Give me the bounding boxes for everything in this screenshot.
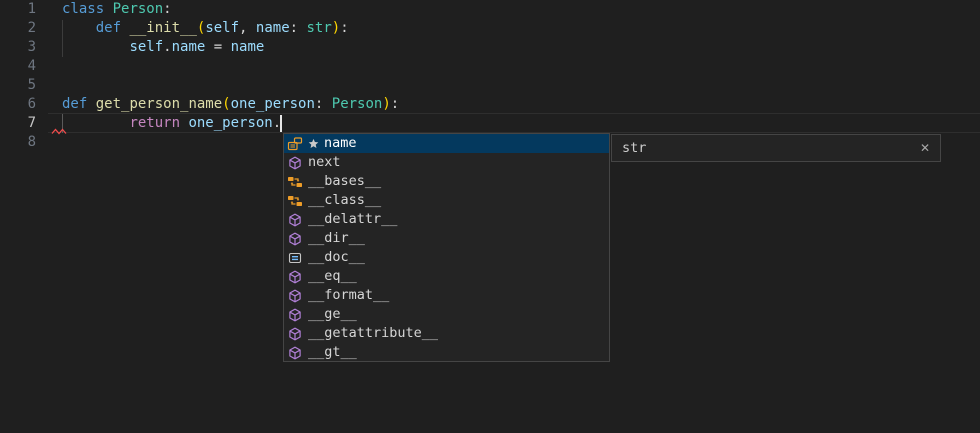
method-icon <box>287 307 303 323</box>
suggestion-item[interactable]: __ge__ <box>284 305 609 324</box>
suggestion-label: __getattribute__ <box>308 324 438 343</box>
code-line[interactable]: def __init__(self, name: str): <box>62 19 349 38</box>
suggestion-label: __ge__ <box>308 305 357 324</box>
line-number: 1 <box>0 0 36 19</box>
method-icon <box>287 288 303 304</box>
docs-text: str <box>622 140 646 156</box>
line-number: 6 <box>0 95 36 114</box>
line-number: 4 <box>0 57 36 76</box>
suggestion-label: __delattr__ <box>308 210 397 229</box>
code-line[interactable]: class Person: <box>62 0 172 19</box>
suggestion-item[interactable]: __bases__ <box>284 172 609 191</box>
suggestion-item[interactable]: __getattribute__ <box>284 324 609 343</box>
suggestion-label: __doc__ <box>308 248 365 267</box>
line-number: 3 <box>0 38 36 57</box>
code-line[interactable]: return one_person. <box>62 114 281 133</box>
method-icon <box>287 345 303 361</box>
method-icon <box>287 212 303 228</box>
suggestion-label: name <box>324 134 357 153</box>
line-number: 8 <box>0 133 36 152</box>
suggest-docs-panel: str ✕ <box>611 134 941 162</box>
suggestion-item[interactable]: __format__ <box>284 286 609 305</box>
suggestion-item[interactable]: __delattr__ <box>284 210 609 229</box>
close-icon[interactable]: ✕ <box>920 142 930 154</box>
code-line[interactable]: self.name = name <box>62 38 264 57</box>
suggestion-item[interactable]: __dir__ <box>284 229 609 248</box>
method-icon <box>287 155 303 171</box>
line-number: 5 <box>0 76 36 95</box>
method-icon <box>287 326 303 342</box>
star-icon <box>308 138 319 149</box>
code-editor[interactable]: 12345678 class Person: def __init__(self… <box>0 0 980 433</box>
suggestion-label: __class__ <box>308 191 381 210</box>
line-number: 7 <box>0 114 36 133</box>
suggestion-item[interactable]: __gt__ <box>284 343 609 362</box>
constant-icon <box>287 250 303 266</box>
method-icon <box>287 231 303 247</box>
suggest-widget[interactable]: name next __bases__ __class__ __delattr_… <box>283 133 610 362</box>
suggestion-item[interactable]: __eq__ <box>284 267 609 286</box>
class-icon <box>287 174 303 190</box>
code-line[interactable]: def get_person_name(one_person: Person): <box>62 95 399 114</box>
method-icon <box>287 269 303 285</box>
suggestion-label: __eq__ <box>308 267 357 286</box>
suggestion-item[interactable]: __class__ <box>284 191 609 210</box>
field-icon <box>287 136 303 152</box>
suggestion-label: __bases__ <box>308 172 381 191</box>
suggestion-label: __gt__ <box>308 343 357 362</box>
suggestion-item[interactable]: name <box>284 134 609 153</box>
class-icon <box>287 193 303 209</box>
line-number: 2 <box>0 19 36 38</box>
suggestion-label: next <box>308 153 341 172</box>
suggestion-item[interactable]: __doc__ <box>284 248 609 267</box>
suggestion-label: __format__ <box>308 286 389 305</box>
suggestion-label: __dir__ <box>308 229 365 248</box>
suggestion-item[interactable]: next <box>284 153 609 172</box>
